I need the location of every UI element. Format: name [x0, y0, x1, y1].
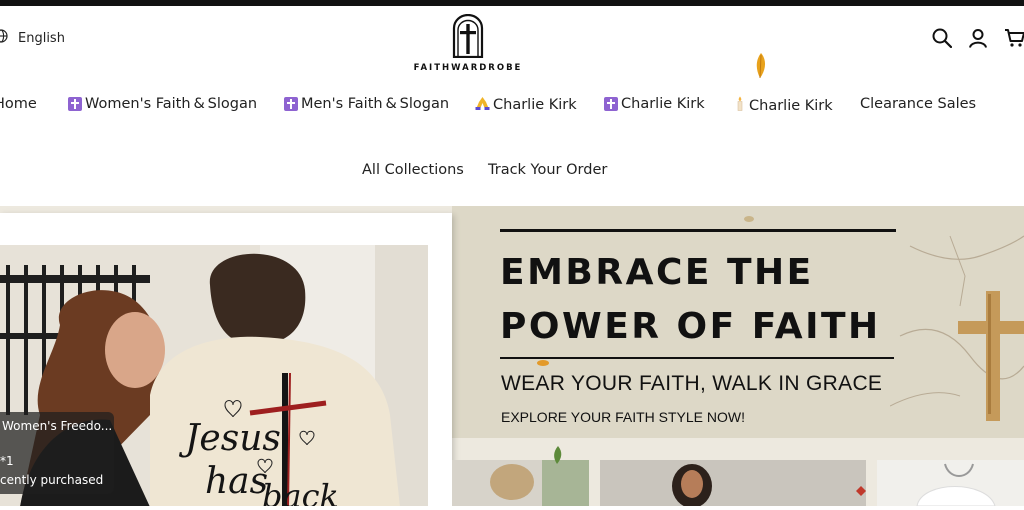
nav-label: Home: [0, 96, 37, 112]
hero-title-line2: POWER OF FAITH: [500, 306, 881, 347]
cart-icon[interactable]: [1004, 28, 1024, 52]
popup-quantity: *1: [0, 454, 14, 468]
leaf-decoration-icon: [754, 52, 768, 84]
leaf-decoration-icon: [744, 208, 754, 227]
header-actions: [932, 28, 1024, 52]
product-thumbnail-image[interactable]: [600, 460, 866, 510]
nav-label: All Collections: [362, 162, 464, 178]
nav-label: Clearance Sales: [860, 96, 977, 112]
cross-box-icon: [604, 97, 618, 111]
nav-item-womens-faith[interactable]: Women's Faith & Slogan: [68, 96, 257, 112]
popup-status: cently purchased: [0, 473, 104, 487]
banner-top-rule: [500, 229, 896, 232]
leaf-decoration-icon: [856, 481, 866, 500]
language-selector[interactable]: English: [0, 29, 65, 47]
hero-cta-text[interactable]: EXPLORE YOUR FAITH STYLE NOW!: [501, 409, 745, 425]
nav-label: Men's Faith & Slogan: [301, 96, 450, 112]
nav-item-mens-faith[interactable]: Men's Faith & Slogan: [284, 96, 449, 112]
svg-text:Jesus: Jesus: [178, 418, 281, 459]
praying-hands-icon: [475, 96, 490, 114]
recent-purchase-popup[interactable]: Women's Freedo... *1 cently purchased: [0, 412, 114, 494]
banner-mid-rule: [500, 357, 894, 359]
search-icon[interactable]: [932, 28, 953, 52]
nav-item-charlie-kirk-1[interactable]: Charlie Kirk: [475, 96, 577, 114]
hero-subtitle: WEAR YOUR FAITH, WALK IN GRACE: [501, 372, 883, 395]
nav-item-home[interactable]: Home: [0, 96, 37, 112]
leaf-decoration-icon: [537, 352, 549, 371]
nav-label: Women's Faith & Slogan: [85, 96, 258, 112]
nav-item-clearance-sales[interactable]: Clearance Sales: [860, 96, 976, 112]
nav-label: Charlie Kirk: [493, 97, 577, 113]
brand-name: FAITHWARDROBE: [413, 63, 523, 73]
account-icon[interactable]: [968, 28, 988, 52]
top-bar: [0, 0, 1024, 6]
nav-item-all-collections[interactable]: All Collections: [362, 162, 464, 178]
hero-title-line1: EMBRACE THE: [500, 252, 814, 293]
nav-item-track-order[interactable]: Track Your Order: [488, 162, 607, 178]
popup-product-name: Women's Freedo...: [2, 419, 113, 433]
leaf-decoration-icon: [552, 446, 564, 468]
nav-label: Track Your Order: [488, 162, 608, 178]
cross-box-icon: [68, 97, 82, 111]
candle-icon: [734, 96, 746, 115]
language-label: English: [18, 30, 65, 46]
main-nav: Home Women's Faith & Slogan Men's Faith …: [0, 96, 1024, 118]
nav-label: Charlie Kirk: [621, 96, 705, 112]
svg-text:back: back: [262, 477, 339, 506]
cross-arch-logo-icon: [451, 13, 485, 62]
nav-item-charlie-kirk-3[interactable]: Charlie Kirk: [734, 96, 833, 115]
product-thumbnail-image[interactable]: [452, 460, 589, 510]
globe-icon: [0, 29, 8, 47]
cross-box-icon: [284, 97, 298, 111]
wooden-cross-illustration-icon: [889, 216, 1024, 440]
brand-logo[interactable]: FAITHWARDROBE: [411, 13, 525, 73]
nav-label: Charlie Kirk: [749, 97, 833, 114]
product-thumbnail-image[interactable]: [877, 460, 1024, 510]
nav-item-charlie-kirk-2[interactable]: Charlie Kirk: [604, 96, 705, 112]
svg-text:has: has: [205, 461, 268, 502]
